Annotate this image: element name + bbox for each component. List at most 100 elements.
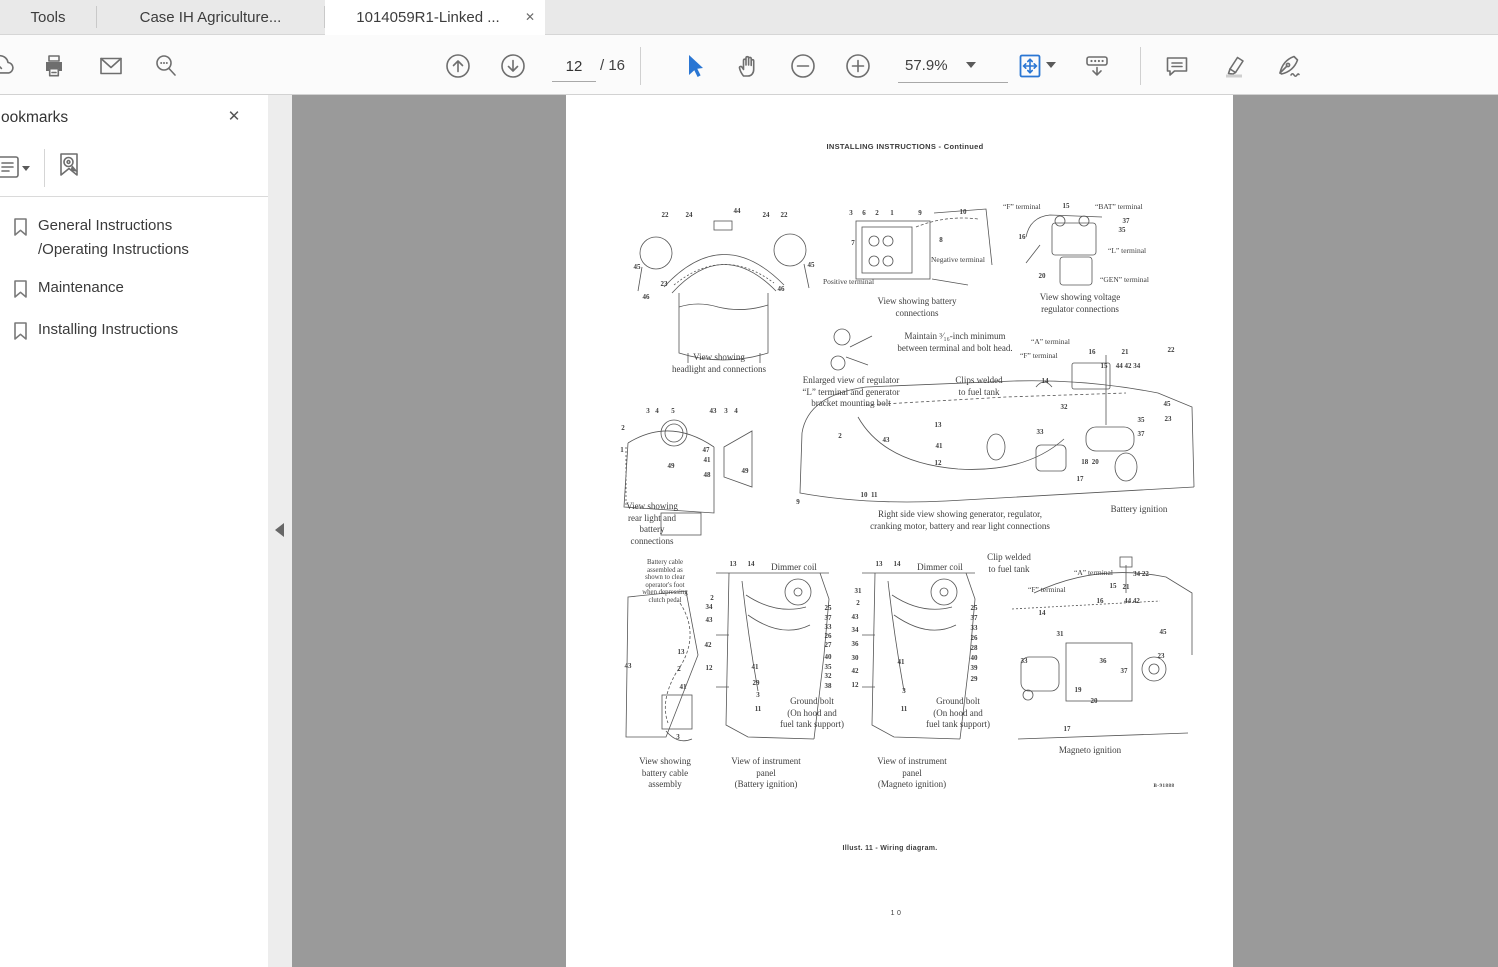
- diagram-text: 37: [824, 614, 832, 622]
- diagram-text: 16: [1088, 348, 1096, 356]
- diagram-text: 32: [1060, 403, 1068, 411]
- zoom-out-icon[interactable]: [789, 52, 817, 80]
- diagram-text: 35: [1137, 416, 1145, 424]
- previous-page-icon[interactable]: [444, 52, 472, 80]
- diagram-text: 14: [893, 560, 901, 568]
- find-current-bookmark-icon[interactable]: [55, 151, 83, 179]
- zoom-combobox-underline: [898, 82, 1008, 83]
- diagram-text: Negative terminal: [931, 255, 985, 264]
- bookmarks-close-icon[interactable]: ✕: [224, 107, 244, 127]
- bookmark-icon: [12, 276, 29, 304]
- diagram-text: 22: [1167, 346, 1175, 354]
- fit-dropdown-caret-icon[interactable]: [1046, 62, 1056, 68]
- diagram-text: 18 20: [1081, 458, 1099, 466]
- diagram-text: 33: [970, 624, 978, 632]
- tab-tools[interactable]: Tools: [0, 0, 96, 34]
- page-total-label: / 16: [600, 57, 626, 74]
- tab-document-1[interactable]: Case IH Agriculture...: [97, 0, 324, 34]
- fill-sign-icon[interactable]: [1275, 52, 1303, 80]
- diagram-text: 28: [970, 644, 978, 652]
- diagram-text: 33: [1020, 657, 1028, 665]
- next-page-icon[interactable]: [499, 52, 527, 80]
- diagram-text: 45: [633, 263, 641, 271]
- tab-close-icon[interactable]: ✕: [525, 9, 535, 25]
- diagram-text: View of instrument panel (Magneto igniti…: [877, 756, 947, 789]
- diagram-text: Ground bolt (On hood and fuel tank suppo…: [926, 696, 990, 729]
- search-icon[interactable]: [152, 52, 180, 80]
- diagram-text: 21: [1122, 583, 1130, 591]
- zoom-level-value[interactable]: 57.9%: [905, 57, 948, 74]
- diagram-text: “GEN” terminal: [1100, 275, 1149, 284]
- diagram-text: 41: [935, 442, 943, 450]
- diagram-text: 26: [970, 634, 978, 642]
- diagram-text: 9: [918, 209, 922, 217]
- diagram-text: 34 22: [1133, 570, 1149, 578]
- diagram-text: 2: [838, 432, 842, 440]
- diagram-text: 2: [856, 599, 860, 607]
- diagram-text: “F” terminal: [1028, 585, 1066, 594]
- diagram-text: B-91888: [1153, 784, 1175, 789]
- diagram-text: 13: [677, 648, 685, 656]
- diagram-text: 11: [754, 705, 762, 713]
- diagram-text: 41: [679, 683, 687, 691]
- page-number-input[interactable]: [552, 52, 596, 82]
- diagram-text: Ground bolt (On hood and fuel tank suppo…: [780, 696, 844, 729]
- diagram-text: 16: [1018, 233, 1026, 241]
- diagram-text: 29: [752, 679, 760, 687]
- bookmarks-divider: [0, 196, 268, 197]
- diagram-text: 13: [934, 421, 942, 429]
- diagram-text: 41: [703, 456, 711, 464]
- diagram-text: 6: [862, 209, 866, 217]
- diagram-text: View showing headlight and connections: [672, 352, 766, 374]
- diagram-text: 3: [724, 407, 728, 415]
- document-heading: INSTALLING INSTRUCTIONS - Continued: [826, 142, 984, 151]
- panel-collapse-gutter[interactable]: [268, 95, 292, 967]
- diagram-text: 24: [685, 211, 693, 219]
- zoom-dropdown-caret-icon[interactable]: [966, 62, 976, 68]
- diagram-text: View of instrument panel (Battery igniti…: [731, 756, 801, 789]
- diagram-text: 48: [703, 471, 711, 479]
- fit-page-icon[interactable]: [1016, 52, 1044, 80]
- diagram-text: 3: [676, 733, 680, 741]
- collapse-panel-arrow-icon[interactable]: [275, 523, 284, 537]
- bookmark-list: General Instructions /Operating Instruct…: [0, 207, 268, 353]
- diagram-text: 37: [970, 614, 978, 622]
- diagram-text: 33: [824, 623, 832, 631]
- bookmarks-panel-title: ookmarks: [1, 109, 69, 126]
- save-to-cloud-icon[interactable]: [0, 52, 15, 80]
- diagram-text: 20: [1038, 272, 1046, 280]
- toolbar-collapse-icon[interactable]: [1083, 52, 1111, 80]
- bookmark-label: General Instructions /Operating Instruct…: [38, 217, 189, 258]
- document-viewport[interactable]: INSTALLING INSTRUCTIONS - Continued 22 24…: [292, 95, 1498, 967]
- bookmark-options-caret-icon[interactable]: [22, 166, 30, 171]
- comment-icon[interactable]: [1163, 52, 1191, 80]
- diagram-text: 24: [762, 211, 770, 219]
- hand-tool-icon[interactable]: [734, 52, 762, 80]
- diagram-text: 22: [661, 211, 669, 219]
- bookmark-item[interactable]: General Instructions /Operating Instruct…: [0, 207, 268, 269]
- diagram-text: 3: [756, 691, 760, 699]
- highlighter-icon[interactable]: [1220, 52, 1248, 80]
- bookmark-item[interactable]: Installing Instructions: [0, 311, 268, 353]
- select-tool-icon[interactable]: [680, 52, 708, 80]
- main-toolbar: / 16 57.9%: [0, 34, 1498, 95]
- bookmark-options-icon[interactable]: [0, 153, 21, 181]
- diagram-text: “L” terminal: [1108, 246, 1147, 255]
- tab-document-2-active[interactable]: 1014059R1-Linked ... ✕: [325, 0, 545, 35]
- diagram-text: 43: [882, 436, 890, 444]
- diagram-text: 2: [621, 424, 625, 432]
- print-icon[interactable]: [40, 52, 68, 80]
- diagram-text: View showing battery connections: [877, 296, 957, 318]
- diagram-text: 13: [875, 560, 883, 568]
- email-icon[interactable]: [97, 52, 125, 80]
- diagram-text: 15: [1100, 362, 1108, 370]
- zoom-in-icon[interactable]: [844, 52, 872, 80]
- diagram-text: 21: [1121, 348, 1129, 356]
- diagram-text: Clips welded to fuel tank: [955, 375, 1003, 397]
- diagram-text: 2: [710, 594, 714, 602]
- bookmark-item[interactable]: Maintenance: [0, 269, 268, 311]
- diagram-text: Positive terminal: [823, 277, 875, 286]
- diagram-text: 16: [1096, 597, 1104, 605]
- diagram-text: 49: [741, 467, 749, 475]
- diagram-text: 43: [705, 616, 713, 624]
